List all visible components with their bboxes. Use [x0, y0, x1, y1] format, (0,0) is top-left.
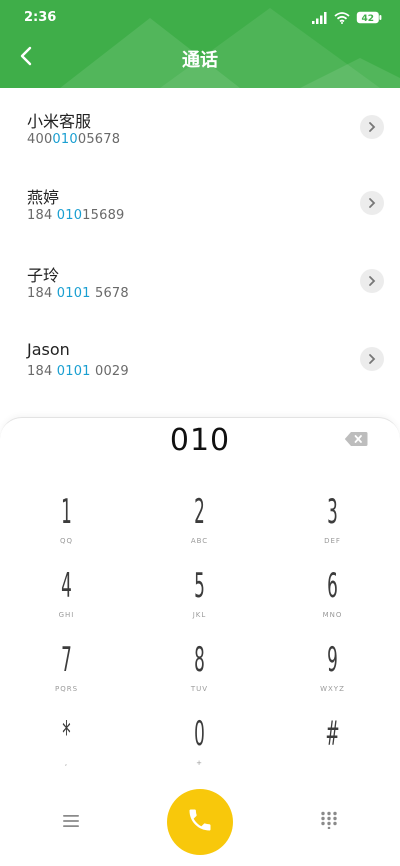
phone-icon: [186, 806, 214, 838]
number-match: 010: [52, 132, 78, 147]
contact-item[interactable]: 子玲 184 0101 5678: [0, 242, 400, 320]
dial-input[interactable]: 010: [0, 423, 400, 458]
key-digit: #: [325, 714, 340, 754]
chevron-right-icon: [368, 350, 376, 369]
contact-number: 40001005678: [27, 132, 121, 147]
key-letters: ,: [64, 759, 69, 767]
contact-name: 子玲: [27, 266, 60, 285]
key-star[interactable]: * ,: [0, 714, 133, 784]
key-4[interactable]: 4 GHI: [0, 566, 133, 636]
key-9[interactable]: 9 WXYZ: [266, 640, 399, 710]
key-digit: 8: [194, 640, 205, 680]
number-match: 010: [56, 208, 83, 223]
contact-name: 小米客服: [27, 112, 92, 131]
chevron-right-icon: [368, 118, 376, 137]
contact-detail-button[interactable]: [360, 115, 384, 139]
battery-level: 42: [362, 14, 375, 24]
status-bar: 2:36 42: [24, 9, 382, 27]
contact-name: Jason: [27, 340, 70, 359]
key-5[interactable]: 5 JKL: [133, 566, 266, 636]
key-letters: PQRS: [54, 685, 79, 693]
contact-number: 184 01015689: [27, 208, 125, 223]
status-icons: 42: [312, 11, 382, 28]
key-8[interactable]: 8 TUV: [133, 640, 266, 710]
battery-icon: 42: [356, 11, 382, 28]
key-digit: 5: [194, 566, 205, 606]
key-digit: 1: [61, 492, 72, 532]
chevron-right-icon: [368, 272, 376, 291]
keypad-icon: [320, 811, 338, 833]
number-match: 0101: [56, 364, 91, 379]
title-bar: 通话: [0, 40, 400, 76]
keypad-toggle-button[interactable]: [312, 806, 346, 838]
key-digit: 6: [327, 566, 338, 606]
chevron-right-icon: [368, 194, 376, 213]
contact-item[interactable]: Jason 184 0101 0029: [0, 320, 400, 398]
key-digit: *: [62, 714, 71, 754]
key-digit: 4: [61, 566, 72, 606]
key-7[interactable]: 7 PQRS: [0, 640, 133, 710]
wifi-icon: [334, 11, 350, 28]
key-letters: GHI: [58, 611, 75, 619]
contact-item[interactable]: 燕婷 184 01015689: [0, 164, 400, 242]
key-letters: DEF: [324, 537, 341, 545]
key-6[interactable]: 6 MNO: [266, 566, 399, 636]
app-header: 2:36 42 通话: [0, 0, 400, 88]
menu-button[interactable]: [54, 806, 88, 838]
menu-icon: [62, 813, 80, 832]
status-time: 2:36: [24, 10, 57, 25]
key-letters: WXYZ: [320, 685, 345, 693]
contact-detail-button[interactable]: [360, 191, 384, 215]
key-0[interactable]: 0 +: [133, 714, 266, 784]
key-letters: TUV: [190, 685, 209, 693]
backspace-icon: [344, 432, 368, 451]
key-1[interactable]: 1 QQ: [0, 492, 133, 562]
key-letters: MNO: [322, 611, 343, 619]
key-2[interactable]: 2 ABC: [133, 492, 266, 562]
contact-detail-button[interactable]: [360, 347, 384, 371]
signal-icon: [312, 11, 328, 28]
key-3[interactable]: 3 DEF: [266, 492, 399, 562]
contact-item[interactable]: 小米客服 40001005678: [0, 88, 400, 166]
key-hash[interactable]: #: [266, 714, 399, 784]
contact-detail-button[interactable]: [360, 269, 384, 293]
backspace-button[interactable]: [344, 431, 368, 449]
call-button[interactable]: [167, 789, 233, 855]
key-digit: 2: [194, 492, 205, 532]
key-letters: ABC: [190, 537, 209, 545]
page-title: 通话: [182, 50, 218, 71]
contact-number: 184 0101 5678: [27, 286, 129, 301]
key-digit: 0: [194, 714, 205, 754]
key-letters: QQ: [59, 537, 74, 545]
key-digit: 9: [327, 640, 338, 680]
contact-number: 184 0101 0029: [27, 364, 129, 379]
contact-name: 燕婷: [27, 188, 60, 207]
number-match: 0101: [56, 286, 91, 301]
key-letters: +: [196, 759, 203, 767]
key-digit: 7: [61, 640, 72, 680]
key-letters: JKL: [192, 611, 207, 619]
key-digit: 3: [327, 492, 338, 532]
